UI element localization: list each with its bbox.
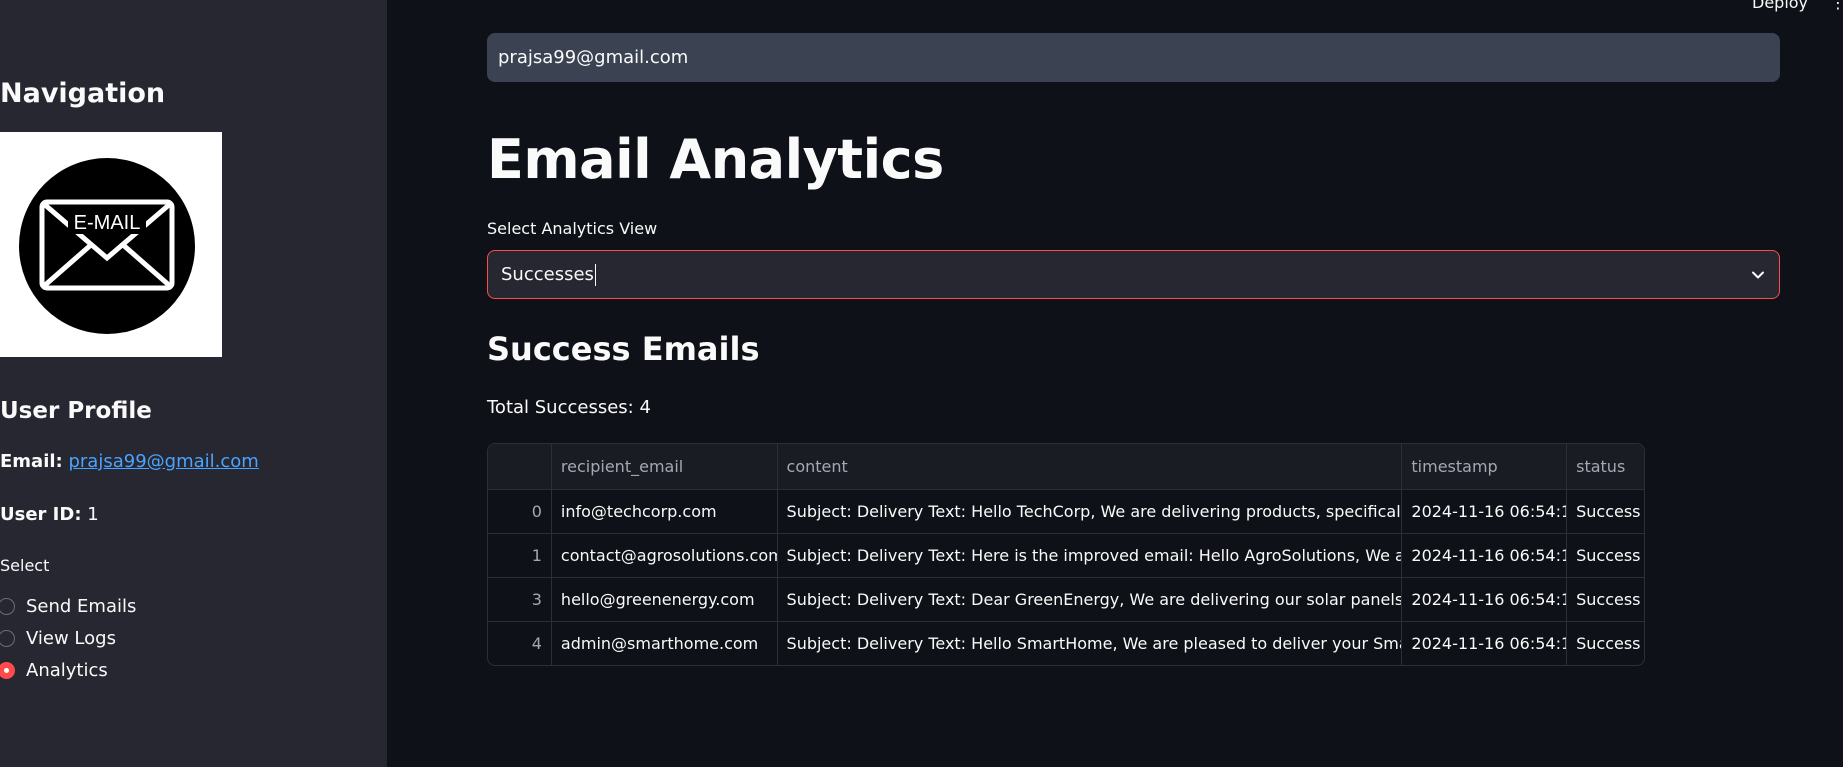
main-menu-icon[interactable]: ⋮ [1830, 0, 1843, 12]
header-index[interactable] [488, 444, 551, 489]
nav-select-label: Select [0, 556, 50, 575]
table-row: 0 info@techcorp.com Subject: Delivery Te… [488, 489, 1644, 533]
cell-content[interactable]: Subject: Delivery Text: Hello TechCorp, … [776, 490, 1401, 533]
cell-recipient-email[interactable]: admin@smarthome.com [550, 622, 777, 665]
cell-content[interactable]: Subject: Delivery Text: Here is the impr… [776, 534, 1401, 577]
userid-value: 1 [87, 504, 99, 525]
section-title: Success Emails [487, 330, 760, 368]
cell-timestamp[interactable]: 2024-11-16 06:54:14 [1401, 490, 1566, 533]
deploy-button[interactable]: Deploy [1752, 0, 1808, 12]
email-link[interactable]: prajsa99@gmail.com [68, 451, 258, 472]
email-logo-image: E-MAIL [0, 132, 222, 357]
sidebar: Navigation E-MAIL User Profile Email: pr… [0, 0, 387, 767]
radio-label: Analytics [26, 659, 108, 681]
header-content[interactable]: content [776, 444, 1402, 489]
row-index: 0 [531, 502, 542, 521]
header-status[interactable]: status [1566, 444, 1644, 489]
email-label: Email: [0, 451, 63, 472]
cell-timestamp[interactable]: 2024-11-16 06:54:14 [1401, 578, 1566, 621]
app-root: Navigation E-MAIL User Profile Email: pr… [0, 0, 1843, 767]
cell-status[interactable]: Success [1566, 490, 1644, 533]
analytics-view-select[interactable]: Successes [487, 250, 1780, 299]
cell-recipient-email[interactable]: contact@agrosolutions.com [550, 534, 777, 577]
page-title: Email Analytics [487, 128, 944, 191]
radio-label: View Logs [26, 627, 116, 649]
table-row: 3 hello@greenenergy.com Subject: Deliver… [488, 577, 1644, 621]
cell-timestamp[interactable]: 2024-11-16 06:54:14 [1401, 622, 1566, 665]
nav-title: Navigation [0, 78, 166, 109]
cell-status[interactable]: Success [1566, 578, 1644, 621]
radio-circle-icon[interactable] [0, 597, 15, 615]
table-row: 4 admin@smarthome.com Subject: Delivery … [488, 621, 1644, 665]
radio-analytics[interactable]: Analytics [0, 654, 136, 686]
radio-view-logs[interactable]: View Logs [0, 622, 136, 654]
table-header-row: recipient_email content timestamp status [488, 444, 1644, 489]
cell-content[interactable]: Subject: Delivery Text: Hello SmartHome,… [776, 622, 1401, 665]
success-emails-table[interactable]: recipient_email content timestamp status… [487, 443, 1645, 666]
header-timestamp[interactable]: timestamp [1401, 444, 1566, 489]
radio-label: Send Emails [26, 595, 137, 617]
row-index: 3 [531, 590, 542, 609]
header-recipient-email[interactable]: recipient_email [550, 444, 777, 489]
envelope-icon: E-MAIL [19, 158, 195, 334]
radio-circle-icon[interactable] [0, 629, 15, 647]
row-index: 1 [531, 546, 542, 565]
profile-user-id: User ID: 1 [0, 504, 99, 525]
logo-text: E-MAIL [74, 212, 141, 234]
table-row: 1 contact@agrosolutions.com Subject: Del… [488, 533, 1644, 577]
user-profile-title: User Profile [0, 398, 152, 424]
radio-send-emails[interactable]: Send Emails [0, 590, 136, 622]
chevron-down-icon[interactable] [1750, 267, 1766, 283]
userid-label: User ID: [0, 504, 82, 525]
selected-value: Successes [501, 263, 594, 285]
cell-status[interactable]: Success [1566, 622, 1644, 665]
nav-radio-group: Send Emails View Logs Analytics [0, 590, 136, 686]
cell-recipient-email[interactable]: hello@greenenergy.com [550, 578, 777, 621]
analytics-view-label: Select Analytics View [487, 219, 658, 238]
row-index: 4 [531, 634, 542, 653]
email-input[interactable]: prajsa99@gmail.com [487, 33, 1780, 82]
cell-timestamp[interactable]: 2024-11-16 06:54:14 [1401, 534, 1566, 577]
radio-checked-icon[interactable] [0, 661, 15, 679]
profile-email: Email: prajsa99@gmail.com [0, 451, 259, 472]
cell-recipient-email[interactable]: info@techcorp.com [550, 490, 777, 533]
cell-status[interactable]: Success [1566, 534, 1644, 577]
total-successes: Total Successes: 4 [487, 397, 651, 418]
cell-content[interactable]: Subject: Delivery Text: Dear GreenEnergy… [776, 578, 1401, 621]
